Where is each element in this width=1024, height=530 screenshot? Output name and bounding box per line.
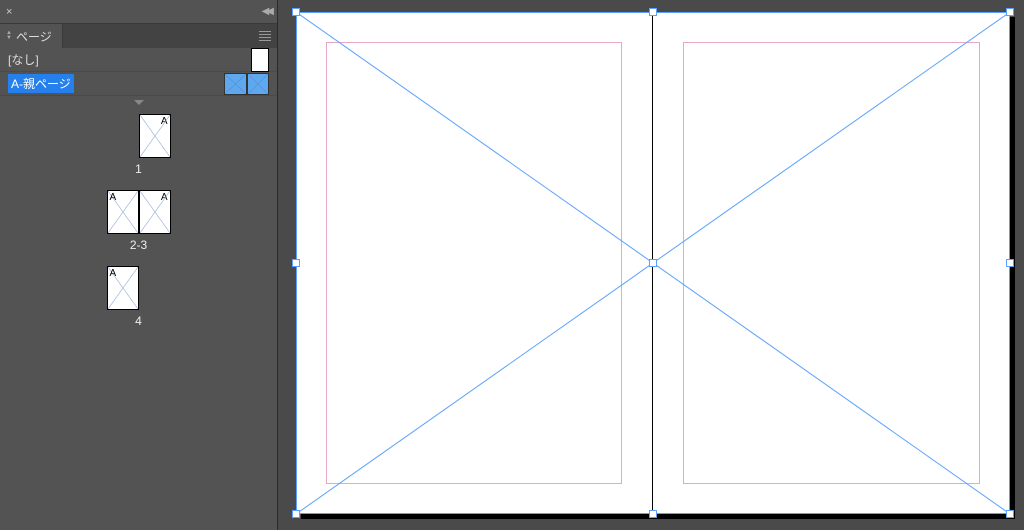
document-canvas[interactable] (296, 12, 1010, 514)
selection-handle-mr[interactable] (1006, 259, 1014, 267)
page-thumb-3[interactable]: A (139, 190, 171, 234)
pages-list: A 1 A A 2-3 A 4 (0, 96, 277, 482)
master-thumb-none (251, 48, 269, 72)
selection-handle-tr[interactable] (1006, 8, 1014, 16)
selection-handle-bc[interactable] (649, 510, 657, 518)
page-prefix: A (161, 116, 168, 127)
page-prefix: A (110, 268, 117, 279)
sort-icon: ▲▼ (6, 31, 12, 41)
master-label: [なし] (8, 51, 39, 68)
page-group-1[interactable]: A 1 (0, 114, 277, 176)
spread-frame (296, 12, 1010, 514)
selection-handle-tc[interactable] (649, 8, 657, 16)
page-thumb-2[interactable]: A (107, 190, 139, 234)
selection-handle-tl[interactable] (292, 8, 300, 16)
panel-header: × ◀◀ (0, 0, 277, 24)
page-label: 4 (135, 314, 142, 328)
page-prefix: A (161, 192, 168, 203)
panel-collapse-icon[interactable]: ◀◀ (262, 6, 271, 17)
master-item-a[interactable]: A-親ページ (0, 72, 277, 96)
panel-tab-label: ページ (16, 28, 52, 45)
page-group-4[interactable]: A 4 (0, 266, 277, 328)
selection-handle-br[interactable] (1006, 510, 1014, 518)
panel-tab-row: ▲▼ ページ (0, 24, 277, 48)
pages-panel: × ◀◀ ▲▼ ページ [なし] A-親ページ (0, 0, 278, 530)
master-thumb-spread (224, 73, 269, 95)
hamburger-icon (259, 31, 271, 41)
panel-tab-pages[interactable]: ▲▼ ページ (0, 24, 63, 48)
selection-handle-mc[interactable] (649, 259, 657, 267)
page-thumb-4[interactable]: A (107, 266, 139, 310)
page-group-2-3[interactable]: A A 2-3 (0, 190, 277, 252)
master-label: A-親ページ (8, 74, 74, 93)
page-thumb-1[interactable]: A (139, 114, 171, 158)
panel-menu-button[interactable] (253, 24, 277, 48)
panel-close-icon[interactable]: × (6, 6, 12, 18)
master-item-none[interactable]: [なし] (0, 48, 277, 72)
page-prefix: A (110, 192, 117, 203)
selection-handle-bl[interactable] (292, 510, 300, 518)
page-label: 2-3 (130, 238, 147, 252)
page-label: 1 (135, 162, 142, 176)
selection-handle-ml[interactable] (292, 259, 300, 267)
